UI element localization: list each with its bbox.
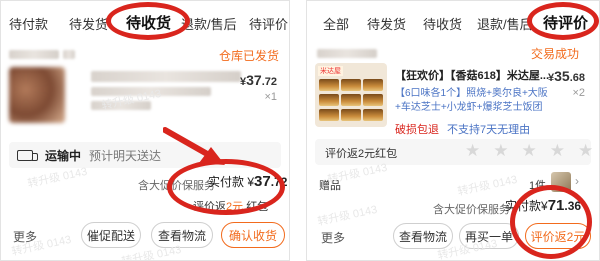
product-option: 【6口味各1个】照烧+奥尔良+大阪+车达芝士+小龙虾+爆浆芝士饭团 [395, 88, 548, 113]
order-panel-shipping: 待付款 待发货 待收货 退款/售后 待评价 仓库已发货 ¥37.72 ×1 运输… [0, 0, 290, 261]
damage-return-tag: 破损包退 [395, 124, 439, 136]
no-7day-return-tag: 不支持7天无理由 [447, 124, 531, 136]
tab-to-review[interactable]: 待评价 [249, 14, 288, 33]
star-icon[interactable]: ★ [522, 141, 537, 161]
confirm-receipt-button[interactable]: 确认收货 [221, 222, 285, 248]
tab-to-ship[interactable]: 待发货 [69, 14, 108, 33]
more-link[interactable]: 更多 [321, 229, 345, 246]
star-icon[interactable]: ★ [578, 141, 593, 161]
product-quantity: ×1 [264, 91, 277, 103]
tab-all[interactable]: 全部 [323, 14, 349, 33]
delivery-note: 预计明天送达 [89, 148, 162, 163]
annotation-arrow [163, 127, 225, 165]
order-status: 仓库已发货 [218, 49, 279, 63]
order-card[interactable]: 仓库已发货 ¥37.72 ×1 运输中 预计明天送达 含大促价保服务 实付款 ¥… [1, 41, 289, 260]
chevron-right-icon[interactable]: › [575, 174, 579, 188]
delivery-label: 运输中 [45, 148, 82, 163]
annotation-circle-review-button [510, 185, 592, 259]
food-icons [319, 79, 383, 91]
shop-name-redacted [9, 50, 59, 59]
annotation-circle-tab [527, 2, 599, 40]
food-icons [319, 94, 383, 106]
product-quantity: ×2 [572, 87, 585, 99]
product-price: ¥35.68 [548, 68, 585, 84]
order-panel-completed: 全部 待发货 待收货 退款/售后 待评价 交易成功 米达屋 【狂欢价】【香菇61… [306, 0, 600, 261]
rating-reward-label: 评价返2元红包 [325, 148, 398, 160]
truck-icon [17, 149, 38, 161]
product-image[interactable]: 米达屋 [315, 63, 387, 127]
order-status: 交易成功 [530, 47, 579, 61]
product-price: ¥37.72 [240, 72, 277, 88]
tab-refund-aftersale[interactable]: 退款/售后 [477, 14, 533, 33]
urge-delivery-button[interactable]: 催促配送 [81, 222, 141, 248]
star-icon[interactable]: ★ [493, 141, 508, 161]
shop-icon-redacted [63, 50, 75, 59]
rating-bar[interactable]: 评价返2元红包 ★ ★ ★ ★ ★ [315, 139, 593, 165]
tab-to-receive[interactable]: 待收货 [423, 14, 462, 33]
watermark: 转升级 0143 [456, 173, 519, 199]
star-icon[interactable]: ★ [550, 141, 565, 161]
product-title-redacted [91, 71, 241, 82]
product-image-redacted[interactable] [9, 67, 65, 123]
star-icon[interactable]: ★ [465, 141, 480, 161]
price-protection-note: 含大促价保服务 [433, 204, 510, 216]
thumb-brand-tag: 米达屋 [318, 66, 343, 76]
annotation-circle-tab [106, 2, 190, 40]
rating-stars[interactable]: ★ ★ ★ ★ ★ [465, 141, 599, 161]
food-icons [319, 109, 383, 121]
tab-to-ship[interactable]: 待发货 [367, 14, 406, 33]
shop-name-redacted [317, 49, 377, 58]
watermark: 转升级 0143 [316, 203, 379, 229]
tab-pending-payment[interactable]: 待付款 [9, 14, 48, 33]
product-title[interactable]: 【狂欢价】【香菇618】米达屋... [395, 67, 555, 83]
